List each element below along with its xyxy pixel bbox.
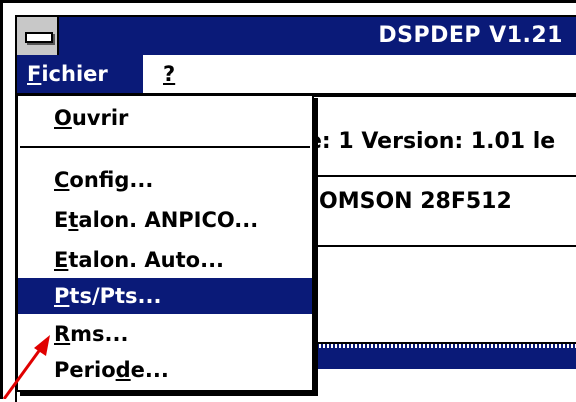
- arrow-shaft: [2, 343, 46, 399]
- annotation-arrow-icon: [2, 335, 50, 399]
